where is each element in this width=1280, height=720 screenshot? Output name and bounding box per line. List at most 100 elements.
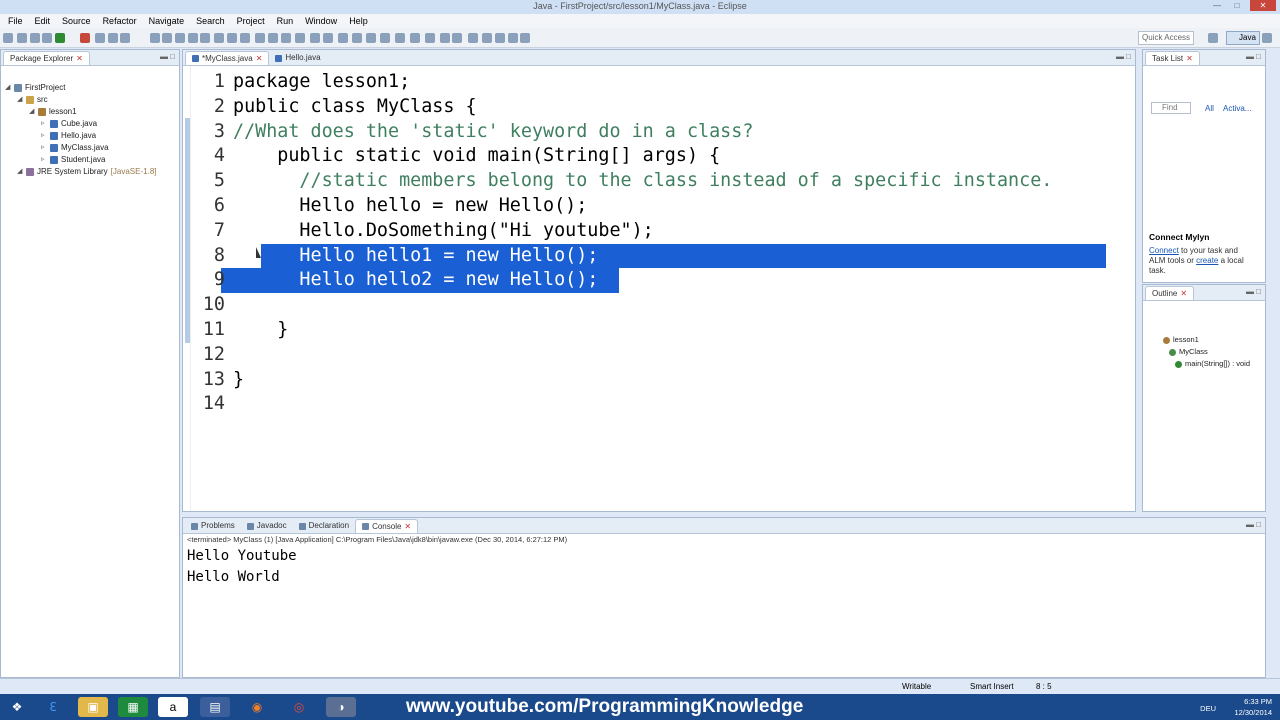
tree-item[interactable]: ▹ Hello.java <box>5 130 157 142</box>
maximize-editor-icon[interactable]: ▬ □ <box>1116 52 1131 61</box>
toolbar-tool-icon[interactable] <box>425 33 435 43</box>
toolbar-tool-icon[interactable] <box>338 33 348 43</box>
code-line[interactable]: 10 <box>191 293 1116 318</box>
toolbar-tool-icon[interactable] <box>1262 33 1272 43</box>
toolbar-tool-icon[interactable] <box>366 33 376 43</box>
toolbar-tool-icon[interactable] <box>3 33 13 43</box>
toolbar-tool-icon[interactable] <box>295 33 305 43</box>
toolbar-tool-icon[interactable] <box>520 33 530 43</box>
maximize-icon[interactable]: □ <box>1230 0 1244 11</box>
expand-arrow-icon[interactable]: ◢ <box>29 106 35 118</box>
menu-search[interactable]: Search <box>190 16 231 26</box>
quick-access-input[interactable]: Quick Access <box>1138 31 1194 45</box>
toolbar-tool-icon[interactable] <box>30 33 40 43</box>
minimize-icon[interactable]: — <box>1210 0 1224 11</box>
expand-arrow-icon[interactable]: ▹ <box>41 142 47 154</box>
internet-explorer-icon[interactable]: ℇ <box>38 697 68 717</box>
close-tab-icon[interactable]: ✕ <box>1186 52 1193 66</box>
tab-console[interactable]: Console ✕ <box>355 519 419 533</box>
clock-time[interactable]: 6:33 PM <box>1234 696 1272 707</box>
toolbar-tool-icon[interactable] <box>468 33 478 43</box>
expand-arrow-icon[interactable]: ◢ <box>17 166 23 178</box>
clock-date[interactable]: 12/30/2014 <box>1234 707 1272 718</box>
code-line[interactable]: 13} <box>191 368 1116 393</box>
tree-item[interactable]: ◢ FirstProject <box>5 82 157 94</box>
language-indicator[interactable]: DEU <box>1200 703 1216 714</box>
menu-project[interactable]: Project <box>231 16 271 26</box>
minimize-view-icon[interactable]: ▬ □ <box>1246 287 1261 296</box>
tab-javadoc[interactable]: Javadoc <box>241 519 293 533</box>
close-tab-icon[interactable]: ✕ <box>1180 287 1187 301</box>
tree-item[interactable]: ▹ Cube.java <box>5 118 157 130</box>
toolbar-tool-icon[interactable] <box>395 33 405 43</box>
toolbar-tool-icon[interactable] <box>120 33 130 43</box>
minimize-view-icon[interactable]: ▬ □ <box>1246 520 1261 529</box>
file-explorer-icon[interactable]: ▣ <box>78 697 108 717</box>
outline-item[interactable]: lesson1 <box>1163 334 1250 346</box>
toolbar-tool-icon[interactable] <box>482 33 492 43</box>
toolbar-tool-icon[interactable] <box>410 33 420 43</box>
expand-arrow-icon[interactable]: ▹ <box>41 154 47 166</box>
tab-package-explorer[interactable]: Package Explorer ✕ <box>3 51 90 65</box>
toolbar-tool-icon[interactable] <box>200 33 210 43</box>
toolbar-tool-icon[interactable] <box>495 33 505 43</box>
toolbar-tool-icon[interactable] <box>268 33 278 43</box>
amazon-icon[interactable]: a <box>158 697 188 717</box>
tab-task-list[interactable]: Task List ✕ <box>1145 51 1200 65</box>
toolbar-tool-icon[interactable] <box>108 33 118 43</box>
toolbar-tool-icon[interactable] <box>440 33 450 43</box>
editor-tab[interactable]: *MyClass.java ✕ <box>185 51 270 66</box>
outline-item[interactable]: main(String[]) : void <box>1163 358 1250 370</box>
code-line[interactable]: 8 Hello hello1 = new Hello(); <box>214 243 1106 269</box>
tree-item[interactable]: ◢ lesson1 <box>5 106 157 118</box>
tab-problems[interactable]: Problems <box>185 519 241 533</box>
tab-outline[interactable]: Outline ✕ <box>1145 286 1195 301</box>
toolbar-tool-icon[interactable] <box>323 33 333 43</box>
toolbar-tool-icon[interactable] <box>80 33 90 43</box>
menu-edit[interactable]: Edit <box>29 16 57 26</box>
close-tab-icon[interactable]: ✕ <box>76 52 83 66</box>
toolbar-tool-icon[interactable] <box>214 33 224 43</box>
code-line[interactable]: 4 public static void main(String[] args)… <box>191 144 1116 169</box>
java-perspective-button[interactable]: Java <box>1226 31 1260 45</box>
outline-item[interactable]: MyClass <box>1163 346 1250 358</box>
toolbar-tool-icon[interactable] <box>380 33 390 43</box>
editor-tab[interactable]: Hello.java <box>269 51 326 65</box>
minimize-view-icon[interactable]: ▬ □ <box>1246 52 1261 61</box>
toolbar-tool-icon[interactable] <box>17 33 27 43</box>
toolbar-tool-icon[interactable] <box>188 33 198 43</box>
taskbar-app-icon[interactable]: ▤ <box>200 697 230 717</box>
code-line[interactable]: 3 //What does the 'static' keyword do in … <box>191 120 1116 145</box>
all-link[interactable]: All <box>1205 104 1214 113</box>
eclipse-icon[interactable]: ◑ <box>326 697 356 717</box>
tree-item[interactable]: ▹ MyClass.java <box>5 142 157 154</box>
create-link[interactable]: create <box>1196 256 1218 265</box>
toolbar-tool-icon[interactable] <box>508 33 518 43</box>
toolbar-tool-icon[interactable] <box>95 33 105 43</box>
close-tab-icon[interactable]: ✕ <box>256 52 263 66</box>
menu-navigate[interactable]: Navigate <box>143 16 191 26</box>
code-editor[interactable]: 1 package lesson1; 2 public class MyClass {… <box>183 66 1135 511</box>
toolbar-tool-icon[interactable] <box>281 33 291 43</box>
menu-window[interactable]: Window <box>299 16 343 26</box>
toolbar-tool-icon[interactable] <box>55 33 65 43</box>
code-line[interactable]: 6 Hello hello = new Hello(); <box>191 194 1116 219</box>
firefox-icon[interactable]: ◉ <box>242 697 272 717</box>
connect-link[interactable]: Connect <box>1149 246 1179 255</box>
expand-arrow-icon[interactable]: ▹ <box>41 130 47 142</box>
menu-help[interactable]: Help <box>343 16 374 26</box>
toolbar-tool-icon[interactable] <box>42 33 52 43</box>
toolbar-tool-icon[interactable] <box>162 33 172 43</box>
spreadsheet-app-icon[interactable]: ▦ <box>118 697 148 717</box>
code-line[interactable]: 5 //static members belong to the class i… <box>191 169 1116 194</box>
code-line[interactable]: 14 <box>191 392 1116 417</box>
toolbar-tool-icon[interactable] <box>452 33 462 43</box>
close-icon[interactable]: ✕ <box>1250 0 1276 11</box>
toolbar-tool-icon[interactable] <box>1208 33 1218 43</box>
tree-item[interactable]: ◢ JRE System Library [JavaSE-1.8] <box>5 166 157 178</box>
activate-link[interactable]: Activa... <box>1223 104 1251 113</box>
chrome-icon[interactable]: ◎ <box>284 697 314 717</box>
code-line[interactable]: 12 <box>191 343 1116 368</box>
code-line[interactable]: 11 } <box>191 318 1116 343</box>
task-find-input[interactable]: Find <box>1151 102 1191 114</box>
